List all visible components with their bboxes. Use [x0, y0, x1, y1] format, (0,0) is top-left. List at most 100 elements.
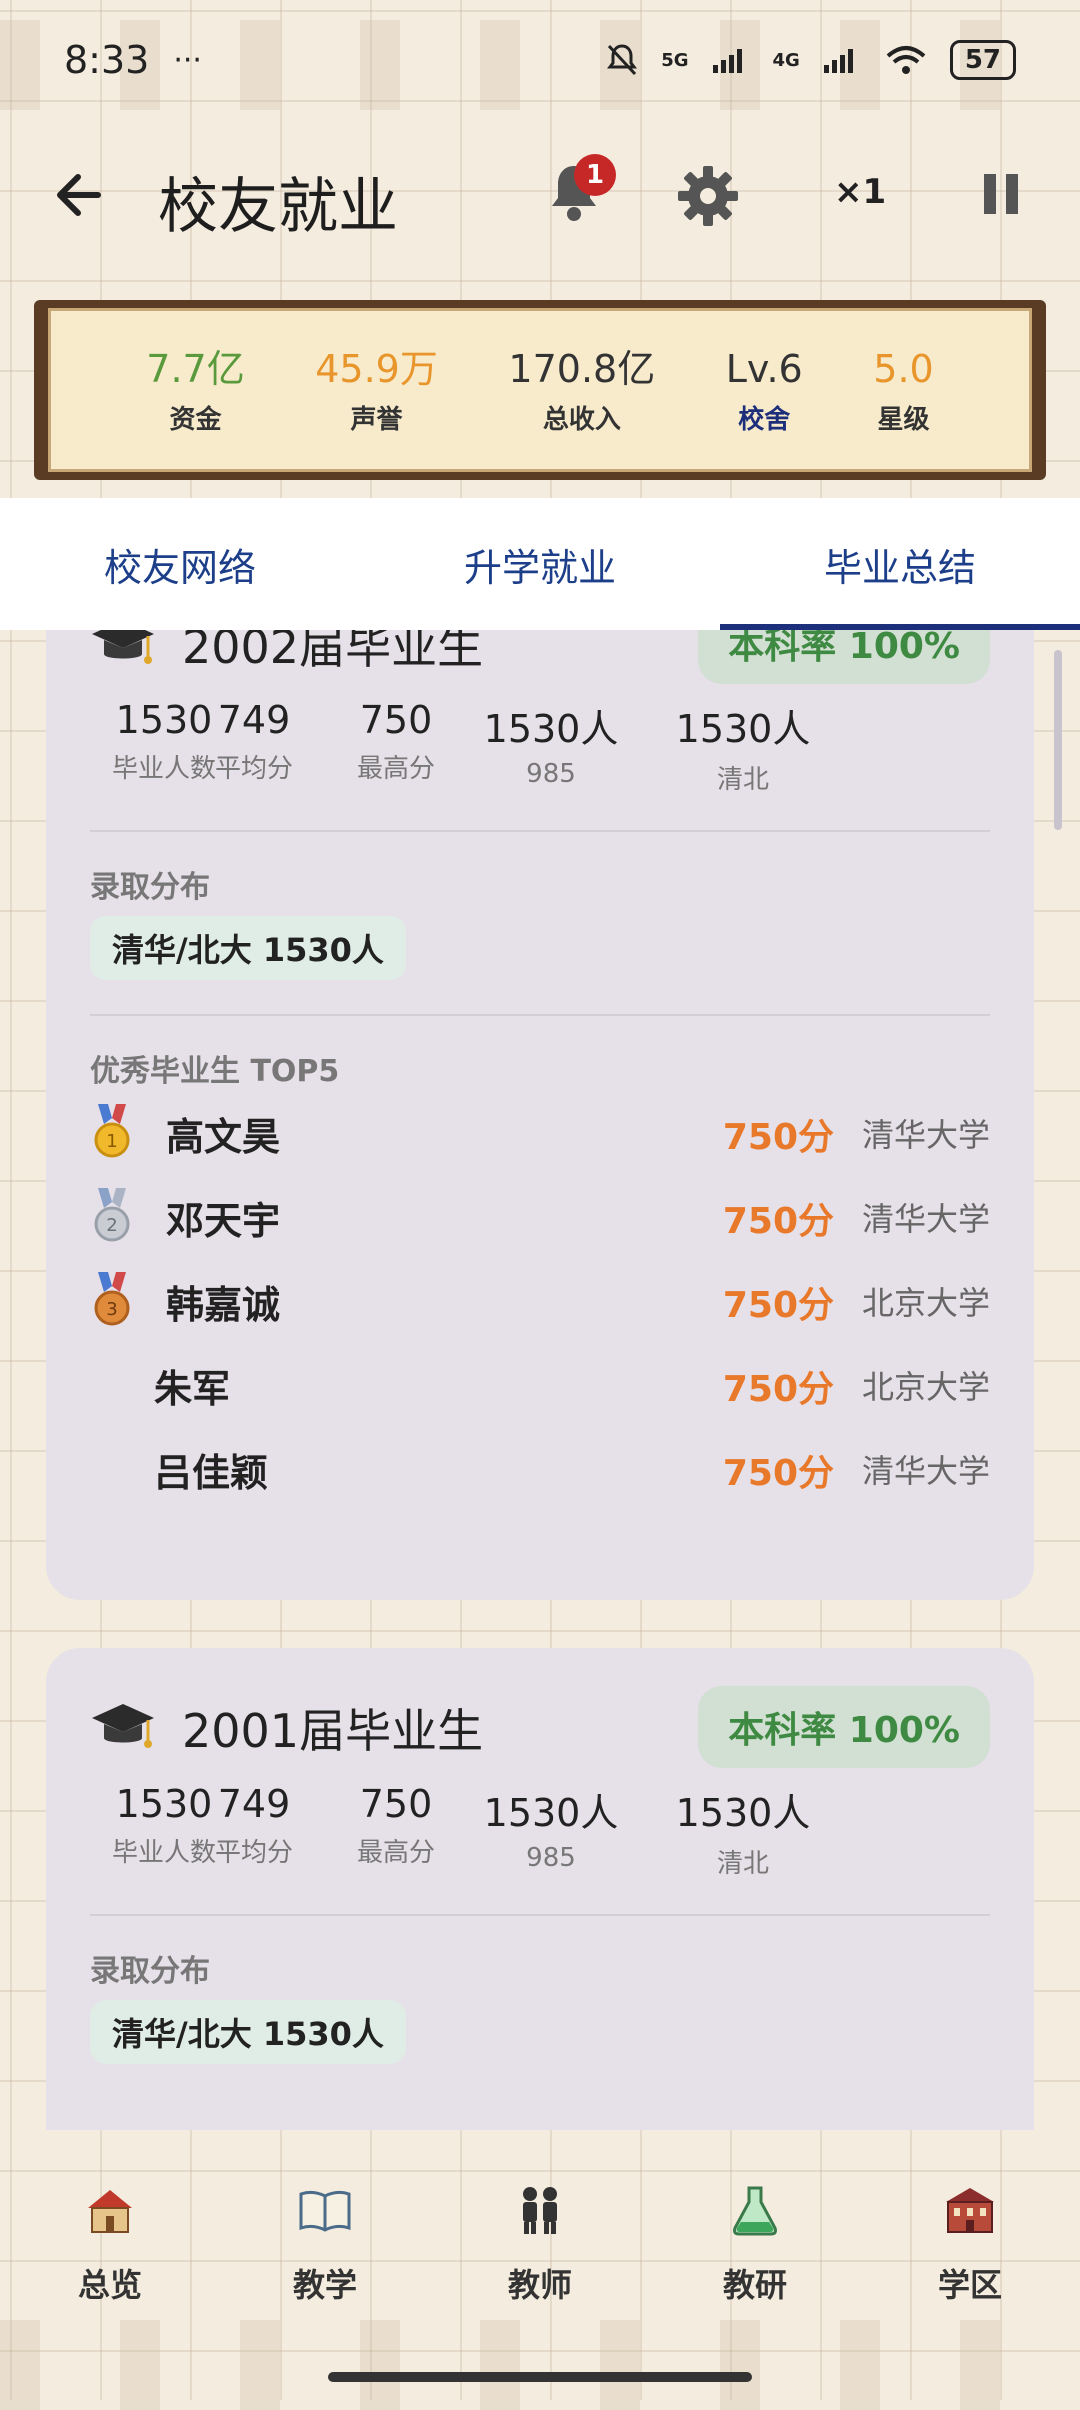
battery-indicator: 57: [949, 40, 1016, 80]
graduate-university: 清华大学: [861, 1452, 990, 1490]
content-scroll-area[interactable]: 2002届毕业生 本科率 100% 1530 毕业人数 749 平均分 750 …: [0, 630, 1080, 2130]
graduate-score: 750分: [722, 1369, 834, 1410]
graduate-score: 750分: [722, 1201, 834, 1242]
graduate-name: 邓天宇: [166, 1199, 281, 1243]
graduate-university: 北京大学: [861, 1284, 990, 1322]
graduate-name: 吕佳颖: [154, 1451, 269, 1495]
teachers-icon: [523, 2187, 557, 2234]
svg-text:1: 1: [106, 1131, 117, 1152]
silver-medal-icon: 2: [94, 1188, 130, 1242]
top-graduates-label: 优秀毕业生 TOP5: [90, 1054, 340, 1089]
divider: [90, 1914, 990, 1916]
page-title: 校友就业: [158, 172, 398, 242]
graduation-card-2001: 2001届毕业生 本科率 100% 1530 毕业人数 749 平均分 750 …: [46, 1648, 1034, 2130]
book-icon: [299, 2190, 351, 2232]
graduate-score: 750分: [722, 1453, 834, 1494]
graduation-cap-icon: [92, 1704, 154, 1748]
nav-overview[interactable]: 总览: [40, 2170, 180, 2340]
graduate-name: 韩嘉诚: [166, 1283, 281, 1327]
back-arrow-icon[interactable]: [48, 162, 114, 228]
gear-icon[interactable]: [676, 164, 740, 228]
graduate-score: 750分: [722, 1285, 834, 1326]
tab-alumni-network[interactable]: 校友网络: [0, 498, 360, 630]
card-title: 2001届毕业生: [182, 1704, 484, 1758]
flask-icon: [733, 2186, 777, 2236]
undergrad-rate-badge: 本科率 100%: [698, 630, 990, 684]
mute-icon: [607, 44, 638, 76]
home-indicator[interactable]: [328, 2372, 752, 2382]
metric-value: 749: [217, 1782, 291, 1826]
graduate-score: 750分: [722, 1117, 834, 1158]
metric-value: 1530人: [675, 707, 811, 751]
stat-label: 校舍: [738, 404, 791, 435]
nav-label: 教研: [722, 2266, 787, 2304]
metrics-row: 1530 毕业人数 749 平均分 750 最高分 1530人 985 1530…: [46, 698, 1034, 808]
tab-bar: 校友网络 升学就业 毕业总结: [0, 498, 1080, 630]
admission-distribution-label: 录取分布: [90, 870, 210, 905]
stat-value: 7.7亿: [146, 346, 245, 391]
stat-reputation: 45.9万 声誉: [315, 345, 438, 436]
metric-qingbei: 1530人 清北: [658, 1782, 828, 1880]
tab-further-study[interactable]: 升学就业: [360, 498, 720, 630]
signal-5g-label: 5G: [661, 49, 689, 71]
tab-graduation-summary[interactable]: 毕业总结: [720, 498, 1080, 630]
svg-text:2: 2: [106, 1215, 117, 1236]
card-header: 2002届毕业生: [90, 630, 483, 684]
metric-average: 749 平均分: [204, 1782, 304, 1869]
pause-icon[interactable]: [982, 172, 1022, 216]
metric-label: 平均分: [214, 1838, 293, 1868]
metric-value: 750: [359, 1782, 433, 1826]
graduate-university: 清华大学: [861, 1200, 990, 1238]
stat-label: 总收入: [542, 404, 621, 435]
metric-average: 749 平均分: [204, 698, 304, 785]
stats-panel: 7.7亿 资金 45.9万 声誉 170.8亿 总收入 Lv.6 校舍 5.0 …: [48, 308, 1032, 472]
metric-985: 1530人 985: [466, 1782, 636, 1873]
top-graduate-row: 吕佳颖 750分 清华大学: [90, 1434, 990, 1504]
metric-highest: 750 最高分: [346, 1782, 446, 1869]
status-time: 8:33: [64, 38, 150, 82]
stat-label: 声誉: [350, 404, 403, 435]
stat-total-income: 170.8亿 总收入: [508, 345, 655, 436]
signal-icon: [712, 49, 742, 73]
nav-label: 总览: [77, 2266, 142, 2304]
nav-district[interactable]: 学区: [900, 2170, 1040, 2340]
top-graduate-row: 3 韩嘉诚 750分 北京大学: [90, 1266, 990, 1336]
nav-label: 教学: [292, 2266, 357, 2304]
metric-label: 985: [526, 759, 576, 789]
undergrad-rate-badge: 本科率 100%: [698, 1686, 990, 1768]
graduation-cap-icon: [92, 630, 154, 664]
scrollbar[interactable]: [1054, 650, 1062, 830]
speed-toggle[interactable]: ×1: [834, 172, 886, 212]
bronze-medal-icon: 3: [94, 1272, 130, 1326]
nav-label: 教师: [507, 2266, 572, 2304]
nav-research[interactable]: 教研: [685, 2170, 825, 2340]
card-header: 2001届毕业生: [90, 1688, 483, 1768]
metric-value: 1530人: [483, 1791, 619, 1835]
stat-value: 45.9万: [315, 346, 438, 391]
stat-school-building[interactable]: Lv.6 校舍: [726, 345, 803, 436]
distribution-chip: 清华/北大 1530人: [90, 2000, 406, 2064]
school-house-icon: [88, 2190, 132, 2233]
divider: [90, 830, 990, 832]
graduate-name: 高文昊: [166, 1115, 281, 1159]
top-graduate-row: 2 邓天宇 750分 清华大学: [90, 1182, 990, 1252]
graduate-name: 朱军: [154, 1367, 231, 1411]
card-title: 2002届毕业生: [182, 630, 484, 674]
metric-label: 平均分: [214, 754, 293, 784]
nav-teaching[interactable]: 教学: [255, 2170, 395, 2340]
status-bar: 8:33 ··· 5G 4G 57: [0, 0, 1080, 120]
nav-teachers[interactable]: 教师: [470, 2170, 610, 2340]
nav-label: 学区: [937, 2266, 1002, 2304]
wifi-icon: [886, 46, 926, 74]
metric-label: 毕业人数: [111, 754, 216, 784]
metric-highest: 750 最高分: [346, 698, 446, 785]
distribution-chip: 清华/北大 1530人: [90, 916, 406, 980]
campus-building-icon: [946, 2188, 994, 2233]
stat-funds: 7.7亿 资金: [146, 345, 244, 436]
top-graduate-row: 朱军 750分 北京大学: [90, 1350, 990, 1420]
metric-label: 最高分: [356, 1838, 435, 1868]
stat-label: 星级: [877, 404, 930, 435]
stat-star-rating: 5.0 星级: [873, 345, 933, 436]
metric-label: 985: [526, 1843, 576, 1873]
signal-icon-2: [823, 49, 853, 73]
